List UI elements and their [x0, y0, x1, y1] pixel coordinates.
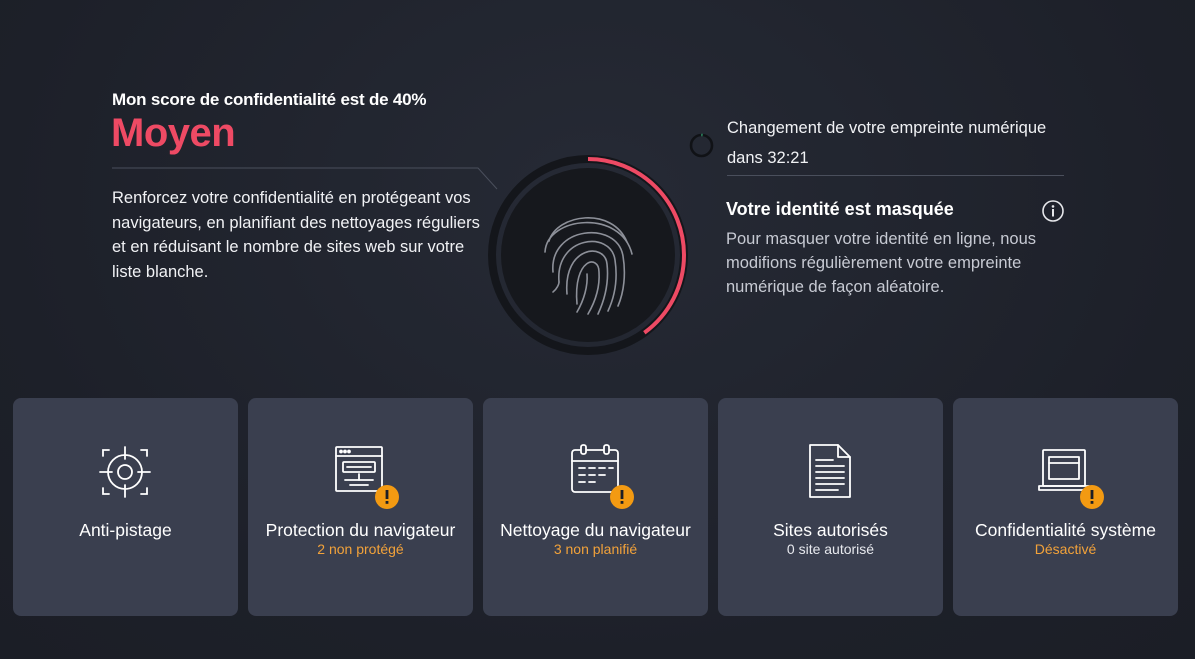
- fingerprint-countdown: dans 32:21: [727, 149, 809, 167]
- identity-title: Votre identité est masquée: [726, 199, 954, 219]
- card-browser-cleaning[interactable]: Nettoyage du navigateur 3 non planifié: [483, 398, 708, 616]
- card-label: Protection du navigateur: [265, 520, 456, 540]
- feature-cards: Anti-pistage Protection du navigateur 2 …: [13, 398, 1178, 616]
- card-allowed-sites[interactable]: Sites autorisés 0 site autorisé: [718, 398, 943, 616]
- info-icon[interactable]: [1041, 199, 1065, 223]
- score-subtitle: Mon score de confidentialité est de 40%: [112, 90, 427, 109]
- card-label: Confidentialité système: [975, 520, 1156, 540]
- card-label: Anti-pistage: [79, 520, 172, 540]
- warning-icon: [375, 485, 399, 509]
- warning-icon: [1080, 485, 1104, 509]
- card-browser-protection[interactable]: Protection du navigateur 2 non protégé: [248, 398, 473, 616]
- warning-icon: [610, 485, 634, 509]
- divider: [727, 175, 1064, 176]
- privacy-score-ring: [488, 155, 688, 355]
- card-status: Désactivé: [1034, 541, 1097, 557]
- card-label: Nettoyage du navigateur: [500, 520, 691, 540]
- card-label: Sites autorisés: [773, 520, 888, 540]
- card-status: 2 non protégé: [317, 541, 404, 557]
- document-icon: [809, 444, 851, 498]
- timer-icon: [689, 133, 714, 158]
- crosshair-icon: [99, 446, 151, 498]
- card-system-privacy[interactable]: Confidentialité système Désactivé: [953, 398, 1178, 616]
- score-description: Renforcez votre confidentialité en proté…: [112, 189, 480, 281]
- score-level: Moyen: [111, 111, 236, 155]
- fingerprint-change-label: Changement de votre empreinte numérique: [727, 119, 1047, 137]
- identity-description: Pour masquer votre identité en ligne, no…: [726, 230, 1037, 296]
- card-status: 3 non planifié: [553, 541, 638, 557]
- card-status: 0 site autorisé: [786, 541, 875, 557]
- card-anti-tracking[interactable]: Anti-pistage: [13, 398, 238, 616]
